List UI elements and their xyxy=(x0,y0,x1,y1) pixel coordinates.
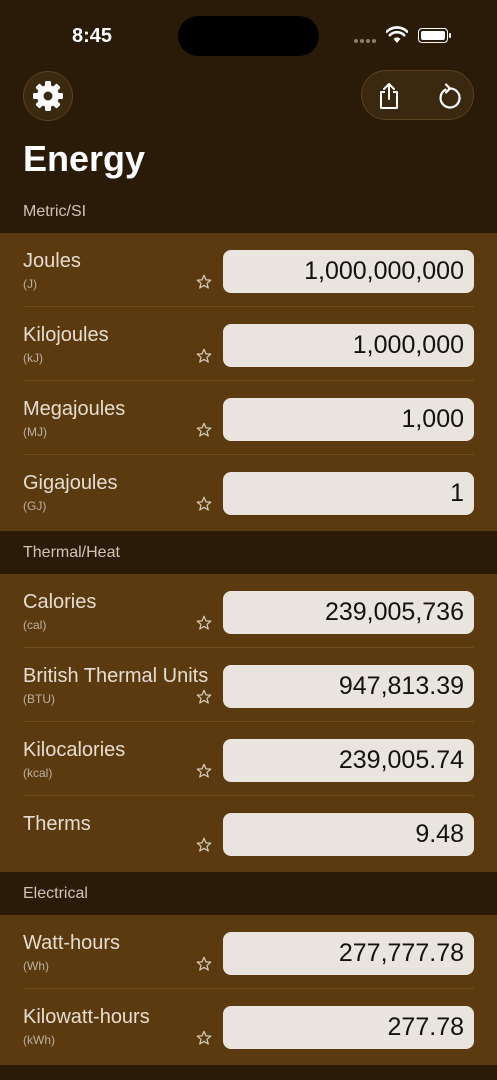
unit-row-gigajoules: Gigajoules (GJ) 1 xyxy=(0,455,497,529)
unit-row-joules: Joules (J) 1,000,000,000 xyxy=(0,233,497,307)
unit-abbr: (kcal) xyxy=(23,766,53,780)
unit-name: British Thermal Units xyxy=(23,665,209,687)
unit-abbr: (GJ) xyxy=(23,499,47,513)
status-bar: 8:45 xyxy=(0,0,497,60)
unit-row-watt-hours: Watt-hours (Wh) 277,777.78 xyxy=(0,915,497,989)
unit-name: Watt-hours xyxy=(23,932,121,954)
unit-name: Gigajoules xyxy=(23,472,118,494)
section-thermal-heat: Calories (cal) 239,005,736 British Therm… xyxy=(0,574,497,872)
unit-row-kilojoules: Kilojoules (kJ) 1,000,000 xyxy=(0,307,497,381)
settings-button[interactable] xyxy=(23,71,73,121)
unit-abbr: (MJ) xyxy=(23,425,47,439)
value-field-kilowatt-hours[interactable]: 277.78 xyxy=(223,1006,474,1049)
favorite-star-icon[interactable] xyxy=(195,762,213,780)
unit-name: Kilocalories xyxy=(23,739,126,761)
value-field-watt-hours[interactable]: 277,777.78 xyxy=(223,932,474,975)
favorite-star-icon[interactable] xyxy=(195,495,213,513)
section-header-electrical: Electrical xyxy=(23,885,88,902)
unit-row-kilowatt-hours: Kilowatt-hours (kWh) 277.78 xyxy=(0,989,497,1063)
cellular-signal-icon xyxy=(354,39,378,44)
unit-name: Kilojoules xyxy=(23,324,109,346)
value-field-btu[interactable]: 947,813.39 xyxy=(223,665,474,708)
value-field-kilocalories[interactable]: 239,005.74 xyxy=(223,739,474,782)
unit-abbr: (BTU) xyxy=(23,692,55,706)
favorite-star-icon[interactable] xyxy=(195,688,213,706)
gear-icon xyxy=(33,81,63,111)
unit-name: Joules xyxy=(23,250,81,272)
status-time: 8:45 xyxy=(72,25,113,47)
favorite-star-icon[interactable] xyxy=(195,1029,213,1047)
share-icon xyxy=(380,83,398,109)
wifi-icon xyxy=(386,26,408,43)
unit-row-calories: Calories (cal) 239,005,736 xyxy=(0,574,497,648)
favorite-star-icon[interactable] xyxy=(195,836,213,854)
unit-abbr: (J) xyxy=(23,277,37,291)
value-field-therms[interactable]: 9.48 xyxy=(223,813,474,856)
section-metric-si: Joules (J) 1,000,000,000 Kilojoules (kJ)… xyxy=(0,233,497,531)
reset-icon xyxy=(439,83,461,109)
favorite-star-icon[interactable] xyxy=(195,955,213,973)
favorite-star-icon[interactable] xyxy=(195,614,213,632)
unit-row-btu: British Thermal Units (BTU) 947,813.39 xyxy=(0,648,497,722)
unit-name: Therms xyxy=(23,813,91,835)
unit-name: Megajoules xyxy=(23,398,126,420)
unit-abbr: (Wh) xyxy=(23,959,49,973)
value-field-joules[interactable]: 1,000,000,000 xyxy=(223,250,474,293)
unit-row-kilocalories: Kilocalories (kcal) 239,005.74 xyxy=(0,722,497,796)
page-title: Energy xyxy=(23,138,146,179)
favorite-star-icon[interactable] xyxy=(195,421,213,439)
unit-abbr: (cal) xyxy=(23,618,47,632)
unit-name: Kilowatt-hours xyxy=(23,1006,150,1028)
unit-row-therms: Therms 9.48 xyxy=(0,796,497,870)
section-electrical: Watt-hours (Wh) 277,777.78 Kilowatt-hour… xyxy=(0,915,497,1065)
unit-abbr: (kJ) xyxy=(23,351,43,365)
value-field-kilojoules[interactable]: 1,000,000 xyxy=(223,324,474,367)
unit-row-megajoules: Megajoules (MJ) 1,000 xyxy=(0,381,497,455)
toolbar-actions xyxy=(361,70,474,120)
section-header-thermal-heat: Thermal/Heat xyxy=(23,544,120,561)
unit-abbr: (kWh) xyxy=(23,1033,55,1047)
favorite-star-icon[interactable] xyxy=(195,273,213,291)
value-field-calories[interactable]: 239,005,736 xyxy=(223,591,474,634)
dynamic-island xyxy=(178,16,319,56)
unit-name: Calories xyxy=(23,591,97,613)
reset-button[interactable] xyxy=(434,81,464,111)
favorite-star-icon[interactable] xyxy=(195,347,213,365)
value-field-gigajoules[interactable]: 1 xyxy=(223,472,474,515)
share-button[interactable] xyxy=(374,81,404,111)
battery-icon xyxy=(418,28,451,43)
value-field-megajoules[interactable]: 1,000 xyxy=(223,398,474,441)
section-header-metric-si: Metric/SI xyxy=(23,203,87,220)
